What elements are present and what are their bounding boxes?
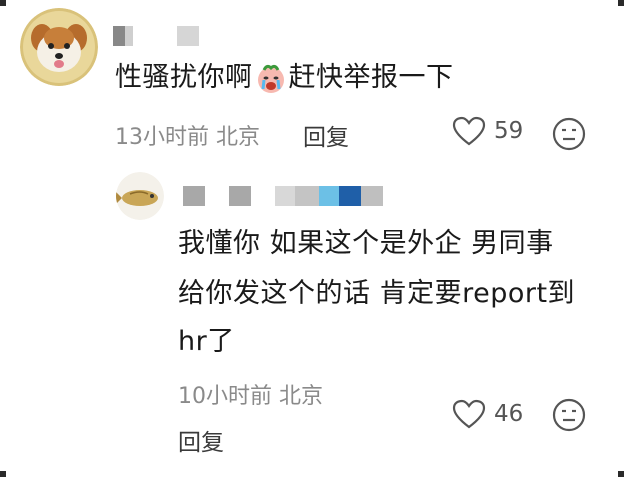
reply-button[interactable]: 回复 <box>303 118 349 152</box>
puppy-avatar-icon <box>20 8 98 86</box>
comment-text: 性骚扰你啊 赶快举报一下 <box>115 56 454 100</box>
reply-text-line-2: 给你发这个的话 肯定要report到 <box>178 278 576 309</box>
neutral-face-icon <box>552 117 586 151</box>
comment-time-location: 13小时前 北京 <box>115 125 260 150</box>
reply-like-button[interactable]: 46 <box>452 399 523 429</box>
reply-emoji-reaction-button[interactable] <box>552 398 586 436</box>
commenter-avatar[interactable] <box>20 8 98 86</box>
like-count: 59 <box>494 118 524 144</box>
heart-icon <box>452 116 486 146</box>
heart-icon <box>452 399 486 429</box>
commenter-username-masked[interactable] <box>113 26 199 46</box>
reply-commenter-avatar[interactable] <box>116 172 164 220</box>
corner-mark-bottom-right <box>618 471 624 477</box>
reply-reply-button[interactable]: 回复 <box>178 423 224 457</box>
reply-commenter-username-masked[interactable] <box>183 186 383 206</box>
corner-mark-top-right <box>618 0 624 6</box>
fish-avatar-icon <box>116 172 164 220</box>
emoji-reaction-button[interactable] <box>552 117 586 155</box>
reply-text-line-3: hr了 <box>178 326 235 357</box>
reply-like-count: 46 <box>494 401 524 427</box>
comment-text-part1: 性骚扰你啊 <box>115 62 253 93</box>
like-button[interactable]: 59 <box>452 116 523 146</box>
comment-text-part2: 赶快举报一下 <box>288 62 454 93</box>
corner-mark-bottom-left <box>0 471 6 477</box>
reply-text-line-1: 我懂你 如果这个是外企 男同事 <box>178 228 554 259</box>
reply-time-location: 10小时前 北京 <box>178 384 323 409</box>
neutral-face-icon <box>552 398 586 432</box>
crying-face-emoji-icon <box>255 62 287 94</box>
corner-mark-top-left <box>0 0 6 6</box>
